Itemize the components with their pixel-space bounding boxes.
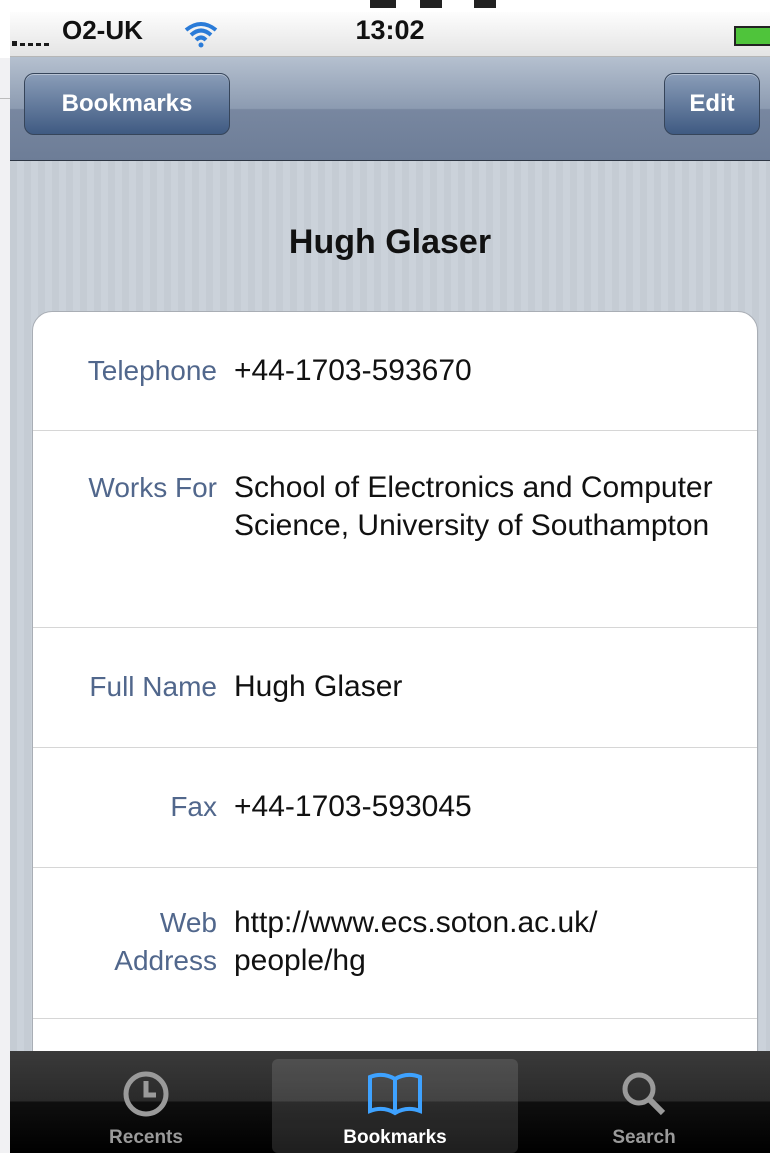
- detail-content: Hugh Glaser Telephone +44-1703-593670 Wo…: [10, 161, 770, 1073]
- row-value: +44-1703-593670: [234, 354, 472, 387]
- row-value: School of Electronics and Computer Scien…: [234, 471, 713, 542]
- navigation-bar: Bookmarks Edit: [10, 57, 770, 161]
- back-button-label: Bookmarks: [61, 90, 193, 117]
- tab-label: Search: [612, 1127, 676, 1148]
- back-button[interactable]: Bookmarks: [24, 73, 230, 135]
- detail-row-web-address[interactable]: Web Address http://www.ecs.soton.ac.uk/ …: [33, 868, 757, 1019]
- detail-row-telephone[interactable]: Telephone +44-1703-593670: [33, 312, 757, 431]
- contact-details-card: Telephone +44-1703-593670 Works For Scho…: [32, 311, 758, 1073]
- tab-label: Bookmarks: [343, 1127, 447, 1148]
- tab-label: Recents: [109, 1127, 183, 1148]
- row-label: Fax: [170, 791, 217, 822]
- book-icon: [368, 1072, 422, 1116]
- detail-row-full-name[interactable]: Full Name Hugh Glaser: [33, 628, 757, 748]
- row-value: Hugh Glaser: [234, 670, 403, 703]
- page-edge: [0, 58, 22, 1153]
- status-bar: O2-UK 13:02: [10, 12, 770, 57]
- tab-bookmarks[interactable]: Bookmarks: [272, 1059, 518, 1153]
- tab-bar: Recents Bookmarks Search: [10, 1051, 770, 1153]
- search-icon: [622, 1072, 666, 1116]
- row-value: +44-1703-593045: [234, 790, 472, 823]
- clock-icon: [123, 1071, 169, 1117]
- phone-screen: O2-UK 13:02 Bookmarks Edit Hugh Glaser T…: [10, 12, 770, 1153]
- detail-row-fax[interactable]: Fax +44-1703-593045: [33, 748, 757, 868]
- row-label: Full Name: [89, 671, 217, 702]
- row-value[interactable]: http://www.ecs.soton.ac.uk/ people/hg: [234, 904, 734, 980]
- contact-title: Hugh Glaser: [288, 223, 492, 261]
- battery-icon: [734, 26, 770, 46]
- tab-recents[interactable]: Recents: [26, 1051, 266, 1153]
- row-label: Web Address: [114, 907, 217, 976]
- edit-button[interactable]: Edit: [664, 73, 760, 135]
- status-time: 13:02: [355, 15, 425, 45]
- cropped-header-text: [0, 0, 770, 12]
- tab-search[interactable]: Search: [524, 1051, 764, 1153]
- row-label: Telephone: [87, 355, 217, 386]
- row-label: Works For: [88, 472, 217, 503]
- detail-row-works-for[interactable]: Works For School of Electronics and Comp…: [33, 431, 757, 628]
